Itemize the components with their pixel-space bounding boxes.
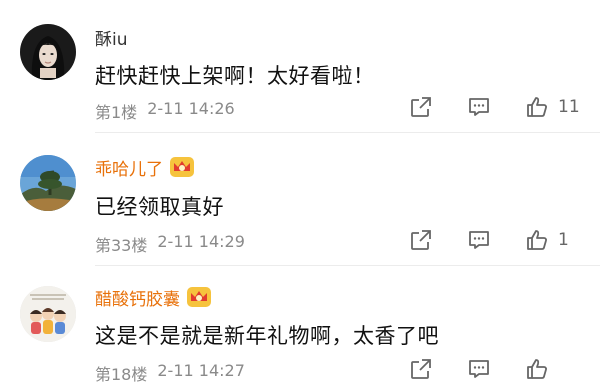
avatar[interactable] bbox=[20, 24, 76, 80]
like-button[interactable] bbox=[522, 354, 580, 384]
reply-button[interactable] bbox=[464, 354, 494, 384]
comment-item: 酥iu 赶快赶快上架啊！太好看啦！ 第1楼 2-11 14:26 11 bbox=[0, 0, 600, 133]
comment-text: 已经领取真好 bbox=[95, 195, 224, 219]
floor-number: 第18楼 bbox=[95, 365, 148, 384]
thumbs-up-icon bbox=[527, 359, 547, 379]
like-count: 11 bbox=[558, 97, 580, 117]
share-icon bbox=[411, 97, 431, 117]
reply-button[interactable] bbox=[464, 225, 494, 255]
comment-actions: 1 bbox=[378, 225, 580, 255]
mountain-landscape-icon bbox=[20, 155, 76, 211]
cartoon-figures-icon bbox=[20, 286, 76, 342]
name-row: 酥iu bbox=[95, 24, 128, 50]
comment-actions bbox=[378, 354, 580, 384]
crown-badge-icon bbox=[187, 287, 211, 307]
avatar[interactable] bbox=[20, 155, 76, 211]
comment-text: 这是不是就是新年礼物啊，太香了吧 bbox=[95, 324, 439, 348]
username[interactable]: 乖哈儿了 bbox=[95, 155, 163, 180]
name-row: 醋酸钙胶囊 bbox=[95, 284, 212, 310]
comment-item: 乖哈儿了 已经领取真好 第33楼 2-11 14:29 1 bbox=[0, 133, 600, 266]
timestamp: 2-11 14:27 bbox=[157, 361, 245, 380]
share-icon bbox=[411, 359, 431, 379]
thumbs-up-icon bbox=[527, 97, 547, 117]
share-button[interactable] bbox=[406, 225, 436, 255]
crown-badge-icon bbox=[170, 157, 194, 177]
comment-meta: 第1楼 2-11 14:26 bbox=[95, 99, 235, 123]
share-button[interactable] bbox=[406, 92, 436, 122]
thumbs-up-icon bbox=[527, 230, 547, 250]
name-row: 乖哈儿了 bbox=[95, 154, 195, 180]
comment-item: 醋酸钙胶囊 这是不是就是新年礼物啊，太香了吧 第18楼 2-11 14:27 bbox=[0, 266, 600, 391]
comment-text: 赶快赶快上架啊！太好看啦！ bbox=[95, 64, 375, 88]
comment-icon bbox=[469, 231, 489, 249]
girl-portrait-icon bbox=[20, 24, 76, 80]
like-count: 1 bbox=[558, 230, 569, 250]
floor-number: 第1楼 bbox=[95, 103, 138, 122]
comment-icon bbox=[469, 360, 489, 378]
comment-icon bbox=[469, 98, 489, 116]
share-icon bbox=[411, 230, 431, 250]
vip-badge[interactable] bbox=[186, 285, 212, 309]
username[interactable]: 酥iu bbox=[95, 25, 128, 50]
like-button[interactable]: 1 bbox=[522, 225, 580, 255]
reply-button[interactable] bbox=[464, 92, 494, 122]
share-button[interactable] bbox=[406, 354, 436, 384]
avatar[interactable] bbox=[20, 286, 76, 342]
floor-number: 第33楼 bbox=[95, 236, 148, 255]
timestamp: 2-11 14:26 bbox=[147, 99, 235, 118]
comment-meta: 第18楼 2-11 14:27 bbox=[95, 361, 245, 385]
comment-actions: 11 bbox=[378, 92, 580, 122]
vip-badge[interactable] bbox=[169, 155, 195, 179]
timestamp: 2-11 14:29 bbox=[157, 232, 245, 251]
comment-meta: 第33楼 2-11 14:29 bbox=[95, 232, 245, 256]
like-button[interactable]: 11 bbox=[522, 92, 580, 122]
username[interactable]: 醋酸钙胶囊 bbox=[95, 285, 180, 310]
